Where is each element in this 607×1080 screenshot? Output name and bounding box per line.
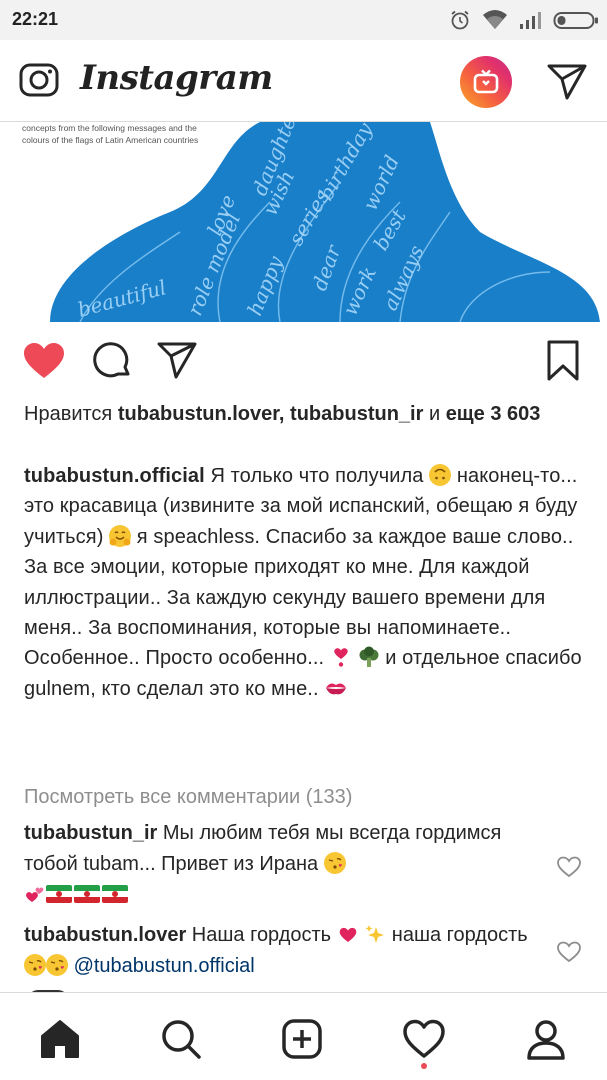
comment-item: tubabustun.lover Наша гордость наша горд… [24, 920, 544, 982]
comment-username[interactable]: tubabustun.lover [24, 924, 186, 946]
heart-outline-icon [557, 856, 581, 878]
kissing-heart-emoji [24, 954, 46, 976]
caption-part-1: Я только что получила [204, 465, 430, 487]
heart-emoji [337, 923, 359, 945]
alarm-icon [451, 10, 469, 30]
like-button[interactable] [21, 338, 67, 384]
status-bar: 22:21 [0, 0, 607, 40]
kissing-heart-emoji [323, 852, 346, 874]
igtv-icon [473, 69, 499, 94]
hugging-face-emoji [109, 524, 132, 547]
likes-summary[interactable]: Нравится tubabustun.lover, tubabustun_ir… [24, 400, 584, 429]
nav-search[interactable] [157, 1015, 205, 1063]
image-caption-line-1: concepts from the following messages and… [22, 123, 197, 133]
status-icons [449, 8, 599, 32]
kiss-mark-emoji [324, 677, 347, 699]
signal-icon [520, 12, 541, 29]
heart-filled-icon [24, 343, 64, 378]
direct-message-button[interactable] [545, 62, 589, 102]
comment-like-button[interactable] [556, 855, 582, 879]
broccoli-emoji [358, 646, 380, 668]
nav-profile[interactable] [522, 1015, 570, 1063]
likes-prefix: Нравится [24, 403, 118, 425]
activity-notification-dot [421, 1063, 427, 1069]
camera-icon [19, 63, 59, 97]
comment-mention-link[interactable]: @tubabustun.official [74, 955, 255, 977]
upside-down-face-emoji [429, 464, 452, 486]
profile-icon [527, 1020, 565, 1060]
illustration-art: beautiful role model love daughter happy… [10, 122, 605, 322]
iran-flag-emoji [46, 885, 72, 903]
image-caption-text: concepts from the following messages and… [22, 122, 222, 146]
comment-like-button[interactable] [556, 940, 582, 964]
sparkles-emoji [364, 923, 386, 945]
camera-button[interactable] [18, 60, 62, 100]
share-button[interactable] [154, 338, 200, 384]
comment-text-2: наша гордость [386, 924, 528, 946]
likes-more[interactable]: еще 3 603 [446, 403, 541, 425]
bookmark-icon [547, 340, 579, 381]
post-action-bar [0, 330, 607, 392]
battery-icon [553, 12, 598, 29]
comment-button[interactable] [89, 338, 135, 384]
igtv-button[interactable] [460, 56, 512, 108]
save-button[interactable] [540, 338, 586, 384]
share-icon [157, 342, 197, 379]
direct-message-icon [547, 64, 587, 100]
comment-item: tubabustun_ir Мы любим тебя мы всегда го… [24, 818, 544, 911]
likes-and: и [423, 403, 446, 425]
wifi-icon [483, 10, 507, 29]
comment-username[interactable]: tubabustun_ir [24, 822, 157, 844]
post-caption: tubabustun.official Я только что получил… [24, 461, 589, 704]
nav-new-post[interactable] [278, 1015, 326, 1063]
caption-username[interactable]: tubabustun.official [24, 465, 205, 487]
new-post-icon [282, 1019, 322, 1059]
two-hearts-emoji [24, 883, 46, 905]
image-caption-line-2: colours of the flags of Latin American c… [22, 135, 199, 145]
post-image[interactable]: beautiful role model love daughter happy… [10, 122, 605, 322]
nav-activity[interactable] [400, 1015, 448, 1063]
home-icon [41, 1020, 79, 1058]
status-time: 22:21 [12, 9, 59, 29]
kissing-heart-emoji [46, 954, 68, 976]
comment-text: Наша гордость [186, 924, 337, 946]
likes-users[interactable]: tubabustun.lover, tubabustun_ir [118, 403, 424, 425]
heart-exclamation-emoji [330, 646, 352, 668]
instagram-logo: Instagram [80, 58, 273, 98]
iran-flag-emoji [74, 885, 100, 903]
nav-home[interactable] [36, 1015, 84, 1063]
app-header: Instagram [0, 40, 607, 122]
heart-outline-icon [557, 941, 581, 963]
comment-icon [93, 342, 130, 378]
bottom-navigation [0, 992, 607, 1080]
view-all-comments-link[interactable]: Посмотреть все комментарии (133) [24, 786, 352, 809]
search-icon [162, 1020, 201, 1059]
iran-flag-emoji [102, 885, 128, 903]
activity-icon [403, 1019, 445, 1058]
